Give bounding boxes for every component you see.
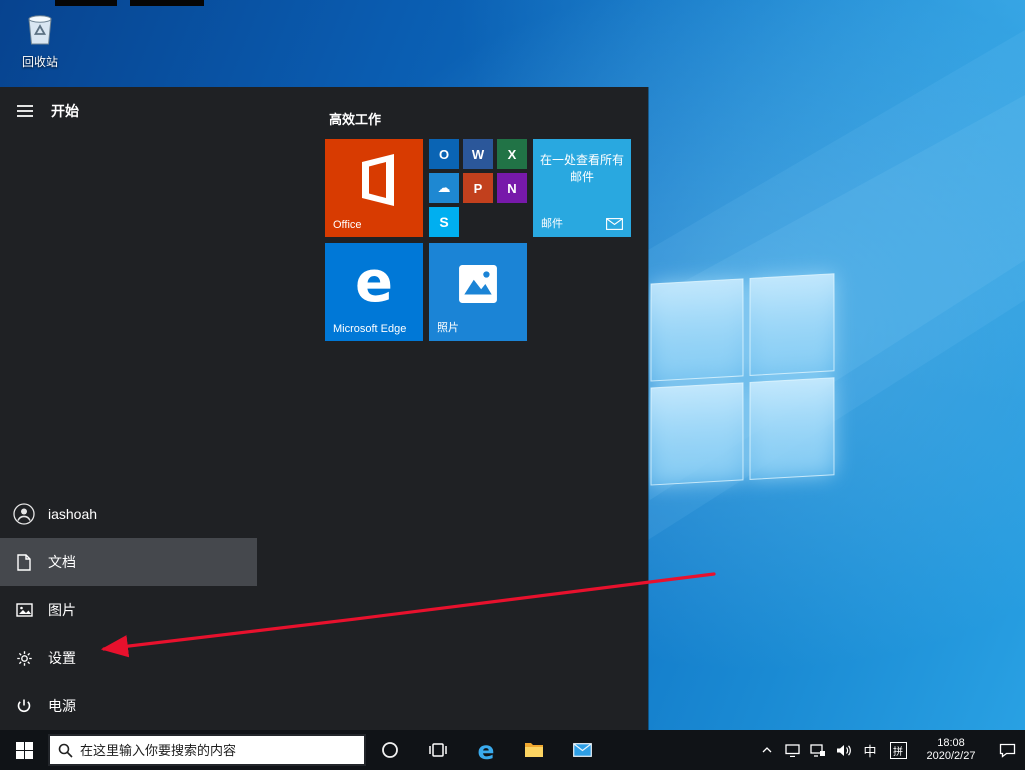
recycle-bin-shortcut[interactable]: 回收站: [12, 8, 68, 70]
desktop: 回收站 开始 iashoah 文档 图片 设置 电源 高效工作 Office O…: [0, 0, 1025, 770]
file-explorer-button[interactable]: [510, 730, 558, 770]
display-tray-button[interactable]: [779, 730, 805, 770]
tile-label: 照片: [437, 322, 459, 334]
hamburger-icon: [17, 105, 33, 117]
display-icon: [784, 743, 800, 757]
sidebar-item-documents[interactable]: 文档: [0, 538, 257, 586]
search-input[interactable]: [80, 742, 356, 758]
mail-tile-promo-text: 在一处查看所有邮件: [539, 153, 624, 184]
picture-icon: [0, 603, 48, 617]
tile-edge[interactable]: e Microsoft Edge: [325, 243, 423, 341]
ime-language-indicator[interactable]: 中: [857, 730, 883, 770]
file-explorer-icon: [525, 743, 543, 757]
mini-tile-powerpoint[interactable]: P: [463, 173, 493, 203]
system-tray: 中 拼 18:08 2020/2/27: [755, 730, 1025, 770]
word-icon: W: [471, 146, 485, 162]
edge-logo-icon: e: [355, 250, 393, 315]
action-center-button[interactable]: [989, 730, 1025, 770]
tile-office[interactable]: Office: [325, 139, 423, 237]
action-center-icon: [999, 743, 1015, 758]
onedrive-icon: ☁: [437, 180, 451, 195]
mini-tile-onedrive[interactable]: ☁: [429, 173, 459, 203]
tile-label: Microsoft Edge: [333, 323, 407, 335]
sidebar-item-label: 电源: [48, 698, 76, 714]
sidebar-item-pictures[interactable]: 图片: [0, 586, 257, 634]
skype-icon: S: [439, 214, 449, 230]
sidebar-item-label: 文档: [48, 554, 76, 570]
volume-icon: [837, 744, 851, 756]
clock-date: 2020/2/27: [926, 750, 976, 762]
powerpoint-icon: P: [473, 180, 483, 196]
mail-icon: [572, 743, 592, 757]
sidebar-item-settings[interactable]: 设置: [0, 634, 257, 682]
taskbar: e: [0, 730, 1025, 770]
photos-icon: [459, 265, 497, 304]
network-tray-button[interactable]: [805, 730, 831, 770]
mini-tile-skype[interactable]: S: [429, 207, 459, 237]
mail-envelope-icon: [606, 218, 623, 230]
start-menu: 开始 iashoah 文档 图片 设置 电源 高效工作 Office O W X…: [0, 87, 648, 730]
tile-mail[interactable]: 在一处查看所有邮件 邮件: [533, 139, 631, 237]
tile-office-apps-group: O W X ☁ P N S: [429, 139, 527, 237]
ime-mode-badge: 拼: [889, 741, 907, 759]
start-sidebar: iashoah 文档 图片 设置 电源: [0, 490, 257, 730]
tile-group-title[interactable]: 高效工作: [329, 109, 381, 128]
recycle-bin-icon: [28, 15, 52, 45]
mini-tile-outlook[interactable]: O: [429, 139, 459, 169]
windows-logo-icon: [15, 741, 33, 759]
edge-icon: e: [477, 735, 495, 765]
search-icon: [58, 743, 73, 758]
mini-tile-onenote[interactable]: N: [497, 173, 527, 203]
clock-time: 18:08: [937, 737, 965, 749]
cortana-icon: [382, 742, 398, 758]
cortana-button[interactable]: [366, 730, 414, 770]
excel-icon: X: [507, 146, 517, 162]
task-view-icon: [429, 743, 447, 757]
power-icon: [0, 698, 48, 714]
screen-edge-artifact: [55, 0, 117, 6]
sidebar-item-label: 设置: [48, 650, 76, 666]
tray-expand-button[interactable]: [755, 730, 779, 770]
gear-icon: [0, 650, 48, 667]
volume-tray-button[interactable]: [831, 730, 857, 770]
start-button[interactable]: [0, 730, 48, 770]
mail-taskbar-button[interactable]: [558, 730, 606, 770]
onenote-icon: N: [507, 180, 517, 196]
user-icon: [0, 503, 48, 525]
network-icon: [810, 743, 825, 757]
start-menu-title: 开始: [51, 103, 79, 119]
hamburger-menu-button[interactable]: [17, 105, 37, 117]
document-icon: [0, 553, 48, 571]
tile-grid: Office O W X ☁ P N S 在一处查看所有邮件 邮件 e Micr…: [325, 139, 631, 341]
tile-label: Office: [333, 219, 362, 231]
tile-label: 邮件: [541, 218, 563, 230]
taskbar-search[interactable]: [48, 734, 366, 766]
outlook-icon: O: [438, 146, 450, 162]
mini-tile-excel[interactable]: X: [497, 139, 527, 169]
recycle-bin-label: 回收站: [21, 55, 58, 69]
edge-taskbar-button[interactable]: e: [462, 730, 510, 770]
mini-tile-word[interactable]: W: [463, 139, 493, 169]
sidebar-item-label: iashoah: [48, 506, 98, 522]
sidebar-item-user[interactable]: iashoah: [0, 490, 257, 538]
sidebar-item-power[interactable]: 电源: [0, 682, 257, 730]
start-menu-header: 开始: [0, 87, 79, 135]
screen-edge-artifact: [130, 0, 204, 6]
taskbar-clock[interactable]: 18:08 2020/2/27: [913, 737, 989, 763]
sidebar-item-label: 图片: [48, 602, 76, 618]
ime-mode-indicator[interactable]: 拼: [883, 730, 913, 770]
task-view-button[interactable]: [414, 730, 462, 770]
office-logo-icon: [362, 154, 394, 207]
chevron-up-icon: [762, 747, 772, 753]
tile-photos[interactable]: 照片: [429, 243, 527, 341]
